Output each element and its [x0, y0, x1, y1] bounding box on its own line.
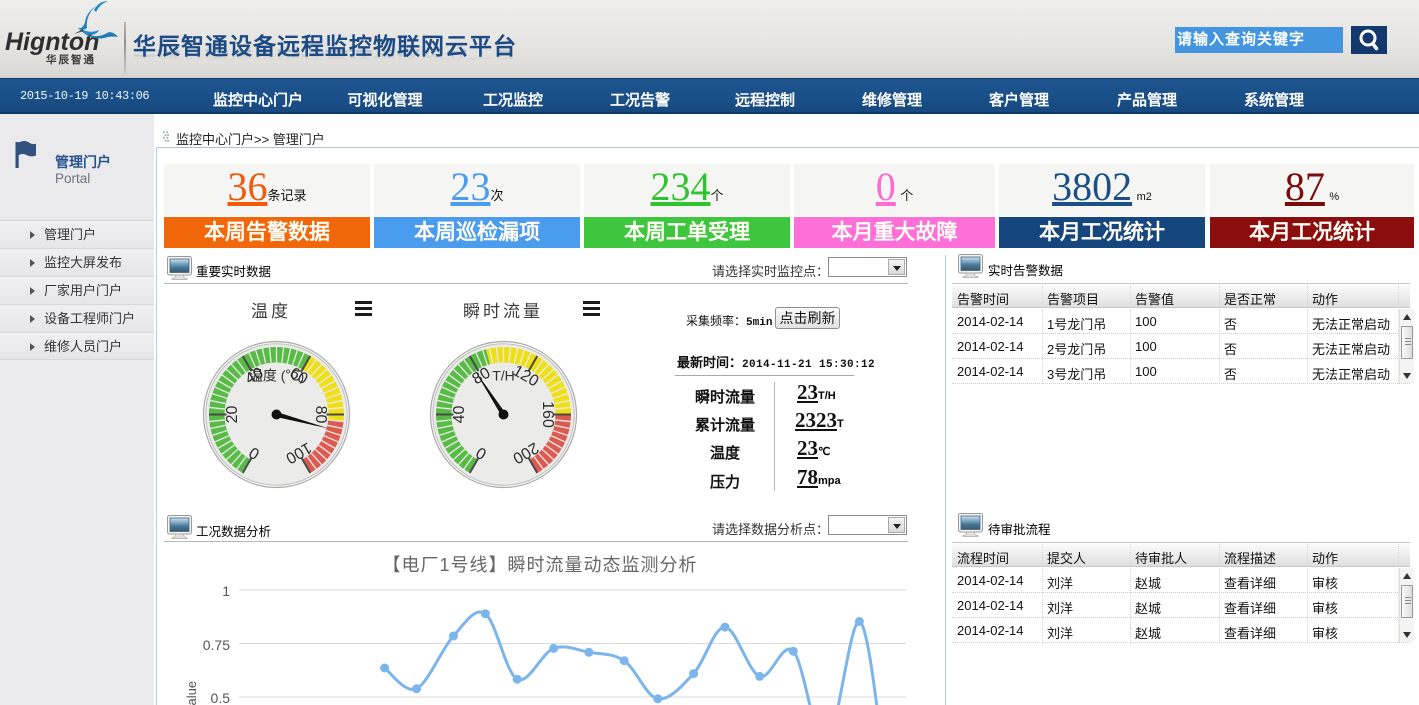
svg-text:40: 40 [451, 406, 468, 424]
svg-text:20: 20 [224, 406, 241, 424]
svg-text:温度 (℃): 温度 (℃) [249, 368, 304, 384]
svg-text:80: 80 [312, 406, 329, 424]
svg-text:160: 160 [539, 401, 556, 428]
svg-text:T/H: T/H [492, 368, 515, 384]
